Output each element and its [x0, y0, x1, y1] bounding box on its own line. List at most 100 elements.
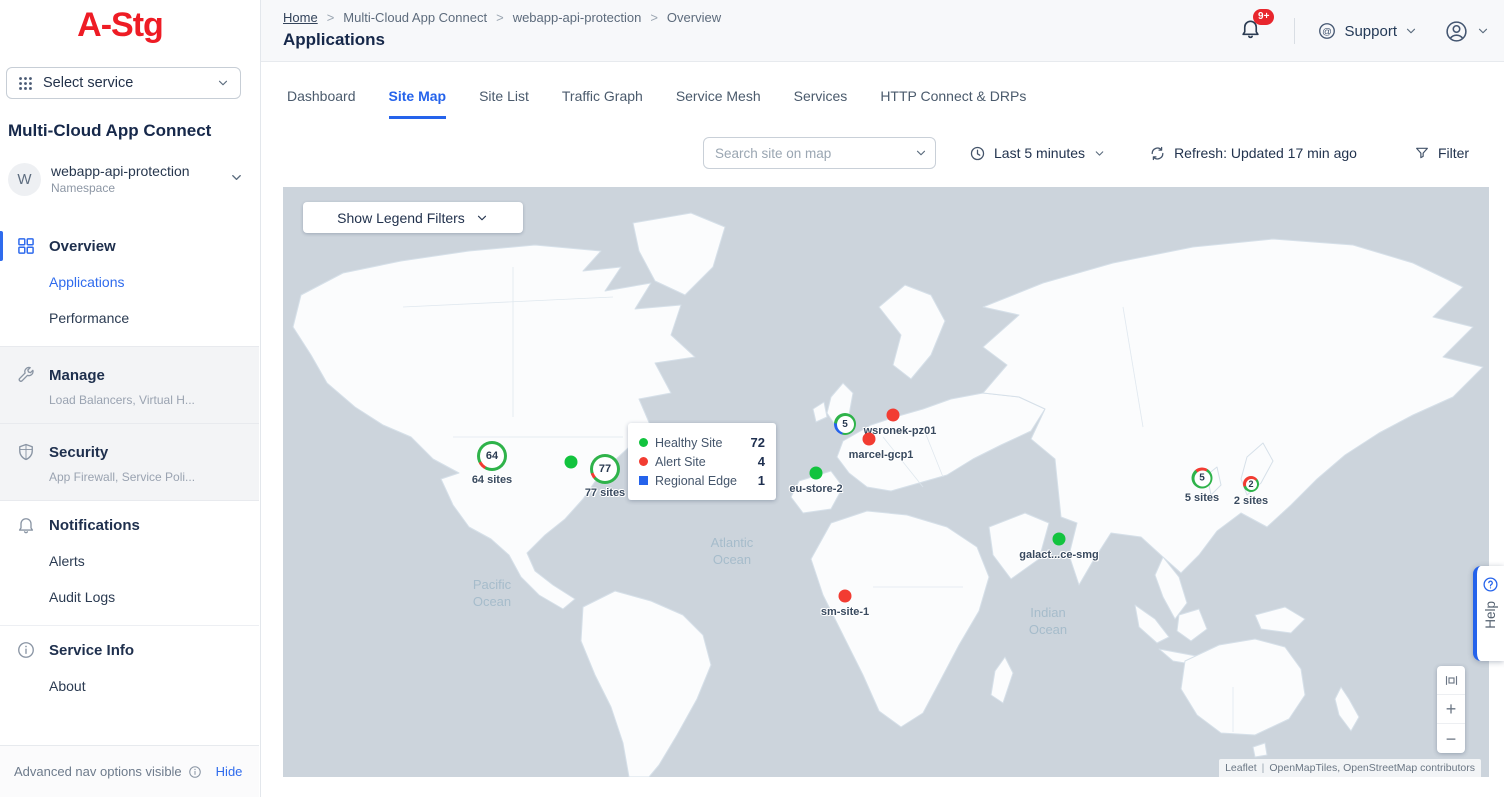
map-site-marcel-gcp1[interactable]	[863, 433, 876, 446]
sidebar-subitem-performance[interactable]: Performance	[0, 300, 259, 336]
refresh-status-label: Refresh: Updated 17 min ago	[1174, 145, 1357, 161]
sidebar-subitem-about[interactable]: About	[0, 668, 259, 704]
map-cluster-77[interactable]: 77	[590, 454, 620, 484]
site-status-marker	[639, 457, 648, 466]
sidebar-section-overview: OverviewApplicationsPerformance	[0, 222, 259, 346]
svg-text:@: @	[1323, 26, 1333, 37]
map-site-wsronek-pz01[interactable]	[887, 409, 900, 422]
cluster-count: 64	[486, 450, 498, 462]
sidebar-footer: Advanced nav options visible Hide	[0, 745, 259, 797]
breadcrumb-item[interactable]: webapp-api-protection	[513, 10, 642, 25]
map-marker-label: galact...ce-smg	[1019, 549, 1098, 561]
support-menu[interactable]: @ Support	[1317, 21, 1418, 41]
sidebar-subitem-alerts[interactable]: Alerts	[0, 543, 259, 579]
map-cluster-5[interactable]: 5	[834, 413, 856, 435]
chevron-down-icon	[1093, 147, 1106, 160]
breadcrumb-item: Overview	[667, 10, 721, 25]
sidebar-item-label: Notifications	[49, 517, 140, 534]
filter-funnel-icon	[1414, 145, 1430, 161]
fit-bounds-button[interactable]	[1437, 666, 1465, 695]
map-marker-label: 5 sites	[1185, 492, 1219, 504]
clock-icon	[969, 145, 986, 162]
tab-dashboard[interactable]: Dashboard	[287, 88, 356, 119]
breadcrumb-item[interactable]: Multi-Cloud App Connect	[343, 10, 487, 25]
sidebar-section-subtitle: Load Balancers, Virtual H...	[0, 393, 259, 411]
service-title: Multi-Cloud App Connect	[8, 121, 211, 141]
namespace-type-label: Namespace	[51, 181, 190, 195]
info-icon	[188, 765, 202, 779]
sidebar-section-security: SecurityApp Firewall, Service Poli...	[0, 424, 259, 501]
map-markers-layer: 6464 sites7777 sites5wsronek-pz01marcel-…	[283, 187, 1489, 777]
map-cluster-64[interactable]: 64	[477, 441, 507, 471]
legend-row: Healthy Site72	[639, 435, 765, 450]
map-cluster-5[interactable]: 5	[1192, 468, 1213, 489]
map-marker-label: sm-site-1	[821, 606, 869, 618]
map-site-unnamed[interactable]	[565, 456, 578, 469]
support-label: Support	[1344, 23, 1397, 40]
chevron-down-icon	[216, 76, 230, 90]
map-site-galact-ce-smg[interactable]	[1053, 533, 1066, 546]
tab-site-list[interactable]: Site List	[479, 88, 529, 119]
header-actions: 9+ @ Support	[1233, 0, 1490, 62]
select-service-label: Select service	[43, 75, 207, 91]
map-marker-label: eu-store-2	[789, 483, 842, 495]
header-divider	[1294, 18, 1295, 44]
select-service-dropdown[interactable]: Select service	[6, 67, 241, 99]
advanced-nav-text: Advanced nav options visible	[14, 764, 182, 779]
user-account-menu[interactable]	[1444, 19, 1490, 44]
namespace-selector[interactable]: W webapp-api-protection Namespace	[8, 156, 254, 202]
fit-bounds-icon	[1444, 673, 1459, 688]
sidebar-section-manage: ManageLoad Balancers, Virtual H...	[0, 346, 259, 424]
view-tabs: Dashboard Site Map Site List Traffic Graph S…	[261, 62, 1504, 119]
legend-value: 1	[758, 473, 765, 488]
question-circle-icon	[1482, 576, 1499, 593]
tab-site-map[interactable]: Site Map	[389, 88, 447, 119]
map-toolbar: Last 5 minutes Refresh: Updated 17 min a…	[261, 119, 1504, 187]
map-site-sm-site-1[interactable]	[839, 590, 852, 603]
breadcrumb-item[interactable]: Home	[283, 10, 318, 25]
sidebar-item-service-info[interactable]: Service Info	[0, 632, 259, 668]
legend-row: Regional Edge1	[639, 473, 765, 488]
breadcrumb-separator: >	[641, 10, 667, 25]
tab-traffic-graph[interactable]: Traffic Graph	[562, 88, 643, 119]
search-site-input[interactable]	[703, 137, 936, 169]
refresh-button[interactable]: Refresh: Updated 17 min ago	[1149, 145, 1357, 162]
site-map[interactable]: PacificOceanAtlanticOceanIndianOcean 646…	[283, 187, 1489, 777]
grid-icon	[16, 236, 36, 256]
sidebar-item-manage[interactable]: Manage	[0, 357, 259, 393]
time-range-label: Last 5 minutes	[994, 145, 1085, 161]
sidebar-item-overview[interactable]: Overview	[0, 228, 259, 264]
site-status-marker	[639, 438, 648, 447]
map-site-eu-store-2[interactable]	[810, 467, 823, 480]
sidebar-item-notifications[interactable]: Notifications	[0, 507, 259, 543]
cluster-count: 5	[842, 419, 848, 430]
tab-services[interactable]: Services	[794, 88, 848, 119]
hide-advanced-nav-link[interactable]: Hide	[216, 764, 243, 779]
map-cluster-2[interactable]: 2	[1243, 476, 1259, 492]
time-range-selector[interactable]: Last 5 minutes	[969, 145, 1106, 162]
sidebar: A-Stg Select service Multi-Cloud App Con…	[0, 0, 261, 797]
namespace-avatar: W	[8, 163, 41, 196]
notifications-bell-button[interactable]: 9+	[1233, 11, 1268, 51]
sidebar-section-subtitle: App Firewall, Service Poli...	[0, 470, 259, 488]
cluster-count: 5	[1199, 473, 1205, 484]
shield-icon	[16, 442, 36, 462]
tab-service-mesh[interactable]: Service Mesh	[676, 88, 761, 119]
help-tab[interactable]: Help	[1473, 566, 1504, 661]
map-marker-label: 77 sites	[585, 487, 625, 499]
leaflet-credit[interactable]: Leaflet	[1225, 762, 1257, 774]
sidebar-item-security[interactable]: Security	[0, 434, 259, 470]
breadcrumb-separator: >	[318, 10, 344, 25]
search-site-dropdown	[703, 137, 936, 169]
tiles-credit[interactable]: OpenMapTiles, OpenStreetMap contributors	[1269, 762, 1475, 774]
zoom-out-button[interactable]: −	[1437, 724, 1465, 753]
breadcrumb-separator: >	[487, 10, 513, 25]
sidebar-subitem-applications[interactable]: Applications	[0, 264, 259, 300]
top-header: Home>Multi-Cloud App Connect>webapp-api-…	[261, 0, 1504, 62]
zoom-in-button[interactable]: +	[1437, 695, 1465, 724]
filter-button[interactable]: Filter	[1414, 145, 1469, 161]
filter-label: Filter	[1438, 145, 1469, 161]
tab-http-connect-drps[interactable]: HTTP Connect & DRPs	[880, 88, 1026, 119]
sidebar-subitem-audit-logs[interactable]: Audit Logs	[0, 579, 259, 615]
show-legend-filters-button[interactable]: Show Legend Filters	[303, 202, 523, 233]
